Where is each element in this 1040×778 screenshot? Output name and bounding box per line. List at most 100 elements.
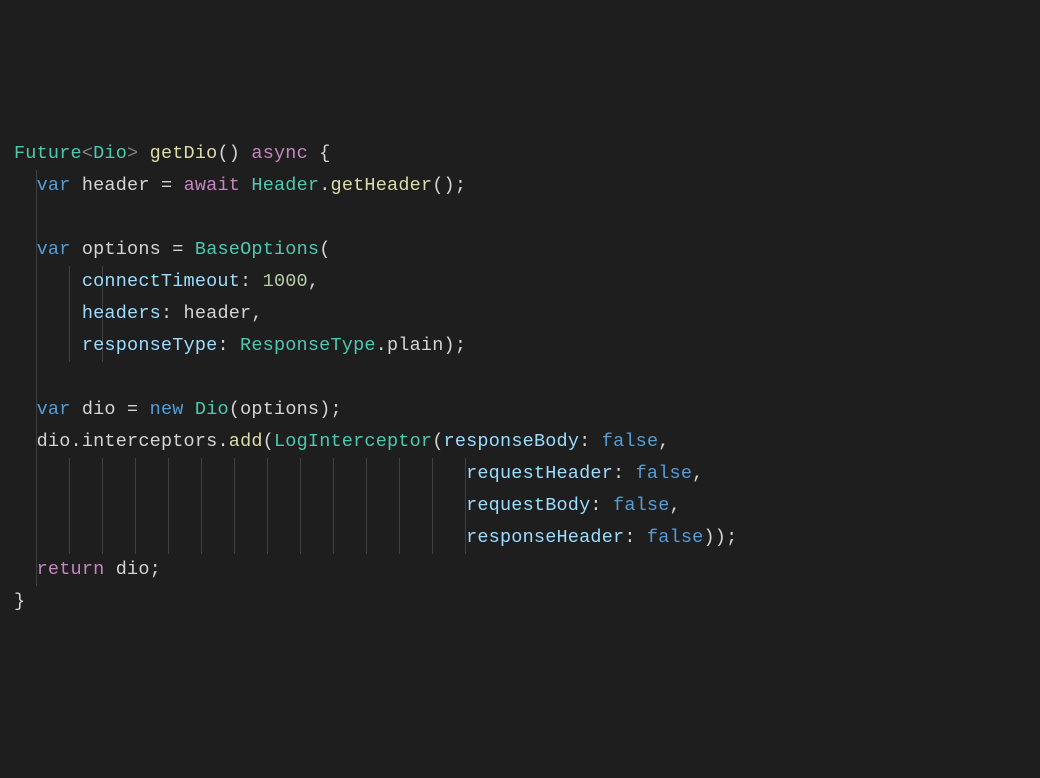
token-id_options: options	[240, 399, 319, 420]
token-kw_async: async	[251, 143, 308, 164]
token-paren_open: (	[229, 399, 240, 420]
token-kw_var: var	[37, 175, 71, 196]
indent-guide	[36, 202, 37, 234]
line-content: requestHeader: false,	[14, 463, 703, 484]
token-t_header: Header	[251, 175, 319, 196]
token-id_dio: dio	[37, 431, 71, 452]
token-id_plain: plain	[387, 335, 444, 356]
token-kw_false: false	[602, 431, 659, 452]
token-comma: ,	[251, 303, 262, 324]
line-content: var dio = new Dio(options);	[14, 399, 342, 420]
code-line[interactable]: return dio;	[14, 554, 1026, 586]
token-t_future: Future	[14, 143, 82, 164]
code-line[interactable]: var header = await Header.getHeader();	[14, 170, 1026, 202]
code-line[interactable]: var options = BaseOptions(	[14, 234, 1026, 266]
token-sp	[240, 175, 251, 196]
token-kw_new: new	[150, 399, 184, 420]
code-line[interactable]: headers: header,	[14, 298, 1026, 330]
token-sp	[240, 143, 251, 164]
token-eq: =	[172, 239, 183, 260]
token-p_responsebody: responseBody	[444, 431, 580, 452]
line-content: requestBody: false,	[14, 495, 681, 516]
token-kw_false: false	[636, 463, 693, 484]
token-gt: >	[127, 143, 138, 164]
token-sp	[308, 143, 319, 164]
code-line[interactable]: dio.interceptors.add(LogInterceptor(resp…	[14, 426, 1026, 458]
token-id_dio: dio	[116, 559, 150, 580]
token-t_responsetype: ResponseType	[240, 335, 376, 356]
token-colon_sp: :	[217, 335, 240, 356]
line-content: connectTimeout: 1000,	[14, 271, 319, 292]
code-line[interactable]: responseType: ResponseType.plain);	[14, 330, 1026, 362]
token-brace_open: {	[319, 143, 330, 164]
indent-guide	[36, 362, 37, 394]
token-colon_sp: :	[590, 495, 613, 516]
token-paren_open: (	[263, 431, 274, 452]
code-line[interactable]: }	[14, 586, 1026, 618]
line-content: Future<Dio> getDio() async {	[14, 143, 331, 164]
token-id_interceptors: interceptors	[82, 431, 218, 452]
line-content: var header = await Header.getHeader();	[14, 175, 466, 196]
code-line[interactable]: requestHeader: false,	[14, 458, 1026, 490]
line-content: var options = BaseOptions(	[14, 239, 331, 260]
token-t_dio: Dio	[195, 399, 229, 420]
token-colon_sp: :	[161, 303, 184, 324]
line-content: responseHeader: false));	[14, 527, 737, 548]
token-paren_close: )	[703, 527, 714, 548]
token-dot: .	[71, 431, 82, 452]
token-sp	[71, 175, 82, 196]
token-sp	[138, 143, 149, 164]
token-p_responseheader: responseHeader	[466, 527, 624, 548]
token-n_1000: 1000	[263, 271, 308, 292]
token-id_header: header	[184, 303, 252, 324]
token-fn_getheader: getHeader	[331, 175, 433, 196]
token-kw_return: return	[37, 559, 105, 580]
token-paren_open: (	[432, 431, 443, 452]
line-content: dio.interceptors.add(LogInterceptor(resp…	[14, 431, 670, 452]
code-line[interactable]: responseHeader: false));	[14, 522, 1026, 554]
token-semi: ;	[726, 527, 737, 548]
token-fn_getdio: getDio	[150, 143, 218, 164]
token-lt: <	[82, 143, 93, 164]
code-line[interactable]: connectTimeout: 1000,	[14, 266, 1026, 298]
token-paren_close: )	[715, 527, 726, 548]
line-content: }	[14, 591, 25, 612]
token-sp	[71, 399, 82, 420]
token-semi: ;	[150, 559, 161, 580]
code-line[interactable]: var dio = new Dio(options);	[14, 394, 1026, 426]
token-sp	[184, 399, 195, 420]
code-line[interactable]: requestBody: false,	[14, 490, 1026, 522]
token-p_connecttimeout: connectTimeout	[82, 271, 240, 292]
token-colon_sp: :	[579, 431, 602, 452]
token-dot: .	[217, 431, 228, 452]
token-paren_close: )	[319, 399, 330, 420]
token-kw_var: var	[37, 239, 71, 260]
token-paren_open: (	[319, 239, 330, 260]
token-comma: ,	[308, 271, 319, 292]
token-colon_sp: :	[624, 527, 647, 548]
token-comma: ,	[658, 431, 669, 452]
token-fn_add: add	[229, 431, 263, 452]
token-sp	[71, 239, 82, 260]
token-paren_close: )	[444, 335, 455, 356]
token-p_headers: headers	[82, 303, 161, 324]
code-editor[interactable]: Future<Dio> getDio() async { var header …	[14, 138, 1026, 618]
code-line[interactable]: Future<Dio> getDio() async {	[14, 138, 1026, 170]
token-t_dio: Dio	[93, 143, 127, 164]
token-semi: ;	[455, 175, 466, 196]
token-p_responsetype: responseType	[82, 335, 218, 356]
code-line[interactable]	[14, 202, 1026, 234]
token-semi: ;	[455, 335, 466, 356]
token-p_requestbody: requestBody	[466, 495, 590, 516]
token-comma: ,	[692, 463, 703, 484]
token-sp	[116, 399, 127, 420]
code-line[interactable]	[14, 362, 1026, 394]
token-id_options: options	[82, 239, 161, 260]
token-kw_await: await	[184, 175, 241, 196]
token-sp	[161, 239, 172, 260]
token-p_requestheader: requestHeader	[466, 463, 613, 484]
token-sp	[104, 559, 115, 580]
token-eq: =	[161, 175, 172, 196]
token-kw_var: var	[37, 399, 71, 420]
token-colon_sp: :	[613, 463, 636, 484]
